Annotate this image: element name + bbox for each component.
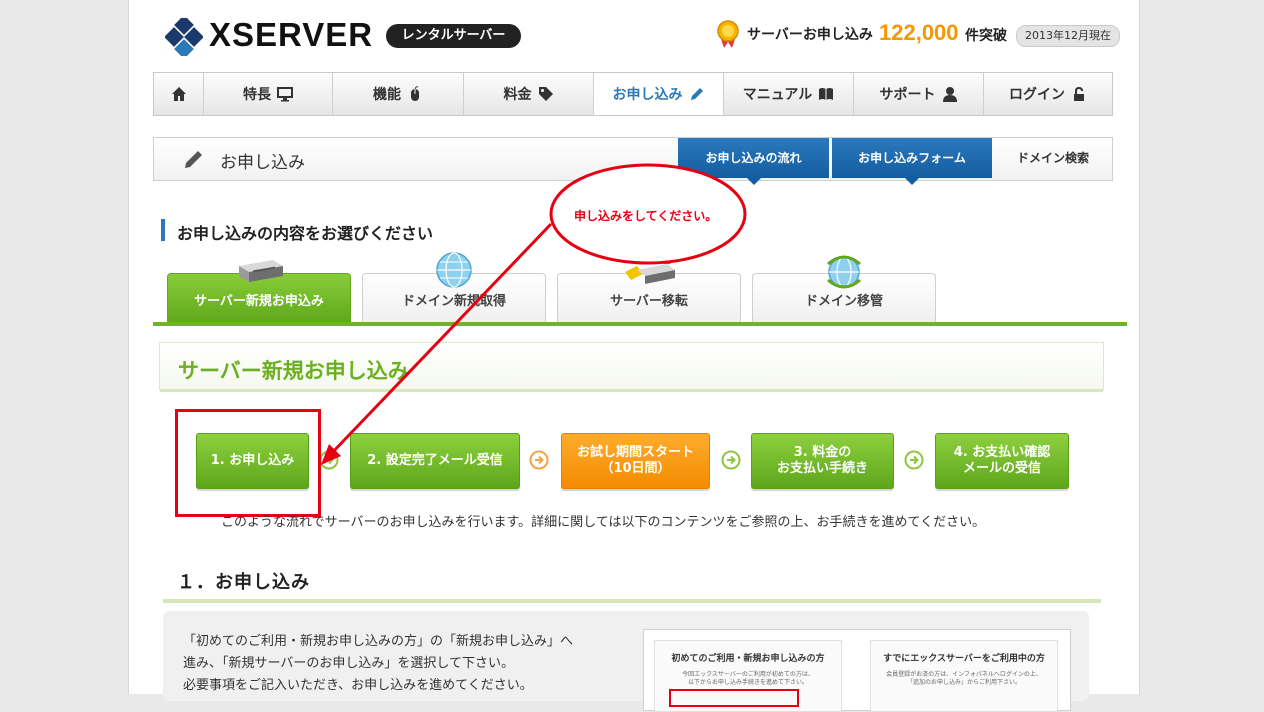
application-count-date: 2013年12月現在 <box>1016 25 1120 47</box>
box-heading: サーバー新規お申し込み <box>159 342 1104 392</box>
globe-transfer-icon <box>827 255 861 289</box>
tag-icon <box>538 87 553 101</box>
xserver-logo-icon[interactable] <box>165 18 203 56</box>
section-heading: お申し込みの内容をお選びください <box>177 224 434 243</box>
globe-icon <box>436 252 472 288</box>
nav-manual[interactable]: マニュアル <box>724 73 854 115</box>
nav-label: サポート <box>879 87 936 103</box>
nav-home[interactable] <box>154 73 204 115</box>
nav-pricing[interactable]: 料金 <box>464 73 594 115</box>
nav-label: ログイン <box>1009 87 1065 103</box>
pencil-icon <box>185 151 202 168</box>
annotation-callout-text: 申し込みをしてください。 <box>574 209 718 223</box>
tab-label: サーバー移転 <box>610 294 688 309</box>
person-icon <box>942 87 957 102</box>
medal-icon <box>717 20 739 48</box>
nav-label: 特長 <box>243 87 271 103</box>
step-4-payment-confirm[interactable]: 4. お支払い確認 メールの受信 <box>935 433 1069 489</box>
tab-label: ドメイン移管 <box>804 294 883 309</box>
page-title: お申し込み <box>220 153 305 173</box>
step-3-payment[interactable]: 3. 料金の お支払い手続き <box>751 433 894 489</box>
screenshot-thumbnail: 初めてのご利用・新規お申し込みの方 今回エックスサーバーのご利用が初めての方は、… <box>643 629 1071 712</box>
step-trial-start[interactable]: お試し期間スタート （10日間） <box>561 433 710 489</box>
section-1-box: 「初めてのご利用・新規お申し込みの方」の「新規お申し込み」へ 進み、「新規サーバ… <box>163 611 1089 712</box>
step-label: お試し期間スタート （10日間） <box>576 445 694 476</box>
tab-new-domain[interactable]: ドメイン新規取得 <box>362 252 546 323</box>
thumb-card-text: 今回エックスサーバーのご利用が初めての方は、 以下からお申し込み手続きを進めて下… <box>682 671 814 686</box>
arrow-right-icon <box>904 450 924 470</box>
page: XSERVER レンタルサーバー サーバーお申し込み 122,000 件突破 2… <box>128 0 1140 712</box>
step-label: 3. 料金の お支払い手続き <box>776 445 868 476</box>
section-marker <box>161 219 165 241</box>
step-2-setup-mail[interactable]: 2. 設定完了メール受信 <box>350 433 520 489</box>
section-1-text: 「初めてのご利用・新規お申し込みの方」の「新規お申し込み」へ 進み、「新規サーバ… <box>183 631 613 697</box>
nav-support[interactable]: サポート <box>854 73 984 115</box>
subtab-domain-search[interactable]: ドメイン検索 <box>994 138 1112 178</box>
subtab-application-form[interactable]: お申し込みフォーム <box>832 138 992 185</box>
logo-text[interactable]: XSERVER <box>209 16 373 54</box>
application-count-label: サーバーお申し込み <box>747 27 873 43</box>
section-1-line: 「初めてのご利用・新規お申し込みの方」の「新規お申し込み」へ <box>183 634 574 649</box>
arrow-right-icon <box>529 450 549 470</box>
thumb-card-title: 初めてのご利用・新規お申し込みの方 <box>671 654 825 664</box>
server-icon <box>239 260 283 282</box>
thumb-card-new: 初めてのご利用・新規お申し込みの方 今回エックスサーバーのご利用が初めての方は、… <box>654 640 842 712</box>
application-count-value: 122,000 <box>879 20 959 45</box>
book-icon <box>819 88 834 100</box>
lock-icon <box>1074 86 1084 101</box>
subtab-label: お申し込みフォーム <box>858 151 966 165</box>
section-1-title: １．お申し込み <box>177 572 310 593</box>
tab-new-server[interactable]: サーバー新規お申込み <box>167 260 351 323</box>
mouse-icon <box>411 86 419 101</box>
subtab-pointer <box>746 178 761 185</box>
subtab-label: ドメイン検索 <box>1016 151 1089 165</box>
thumb-card-text: 会員登録がお済の方は、インフォパネルへログインの上、 「追加のお申し込み」からご… <box>886 671 1042 686</box>
global-nav: 特長 機能 料金 お申し込み マニュアル サポート ログイン <box>153 72 1113 116</box>
tab-server-transfer[interactable]: サーバー移転 <box>557 255 741 323</box>
thumb-highlight <box>669 689 799 707</box>
tab-underline <box>153 322 1127 326</box>
nav-functions[interactable]: 機能 <box>333 73 464 115</box>
thumb-card-existing: すでにエックスサーバーをご利用中の方 会員登録がお済の方は、インフォパネルへログ… <box>870 640 1058 712</box>
pencil-icon <box>690 88 703 100</box>
subtab-pointer <box>905 178 919 185</box>
annotation-highlight-box <box>175 409 321 517</box>
step-label: 2. 設定完了メール受信 <box>367 453 503 468</box>
step-label: 4. お支払い確認 メールの受信 <box>953 445 1051 476</box>
nav-label: マニュアル <box>742 87 813 103</box>
nav-apply[interactable]: お申し込み <box>594 73 724 115</box>
monitor-icon <box>277 87 293 102</box>
box-heading-text: サーバー新規お申し込み <box>178 359 409 383</box>
tab-label: ドメイン新規取得 <box>401 294 506 309</box>
thumb-card-title: すでにエックスサーバーをご利用中の方 <box>883 654 1045 664</box>
nav-label: 機能 <box>373 87 401 103</box>
home-icon <box>171 87 186 101</box>
nav-features[interactable]: 特長 <box>204 73 333 115</box>
flow-description: このような流れでサーバーのお申し込みを行います。詳細に関しては以下のコンテンツを… <box>221 515 986 530</box>
section-1-line: 進み、「新規サーバーのお申し込み」を選択して下さい。 <box>183 656 514 671</box>
nav-login[interactable]: ログイン <box>984 73 1112 115</box>
nav-label: 料金 <box>503 87 532 103</box>
tab-label: サーバー新規お申込み <box>194 294 324 309</box>
box-heading-rule <box>160 389 1103 392</box>
application-count-unit: 件突破 <box>965 28 1007 44</box>
logo-badge: レンタルサーバー <box>386 24 521 48</box>
nav-label: お申し込み <box>612 87 683 103</box>
section-1-rule <box>163 599 1101 603</box>
arrow-right-icon <box>319 450 339 470</box>
tab-domain-transfer[interactable]: ドメイン移管 <box>752 255 936 323</box>
arrow-right-icon <box>721 450 741 470</box>
